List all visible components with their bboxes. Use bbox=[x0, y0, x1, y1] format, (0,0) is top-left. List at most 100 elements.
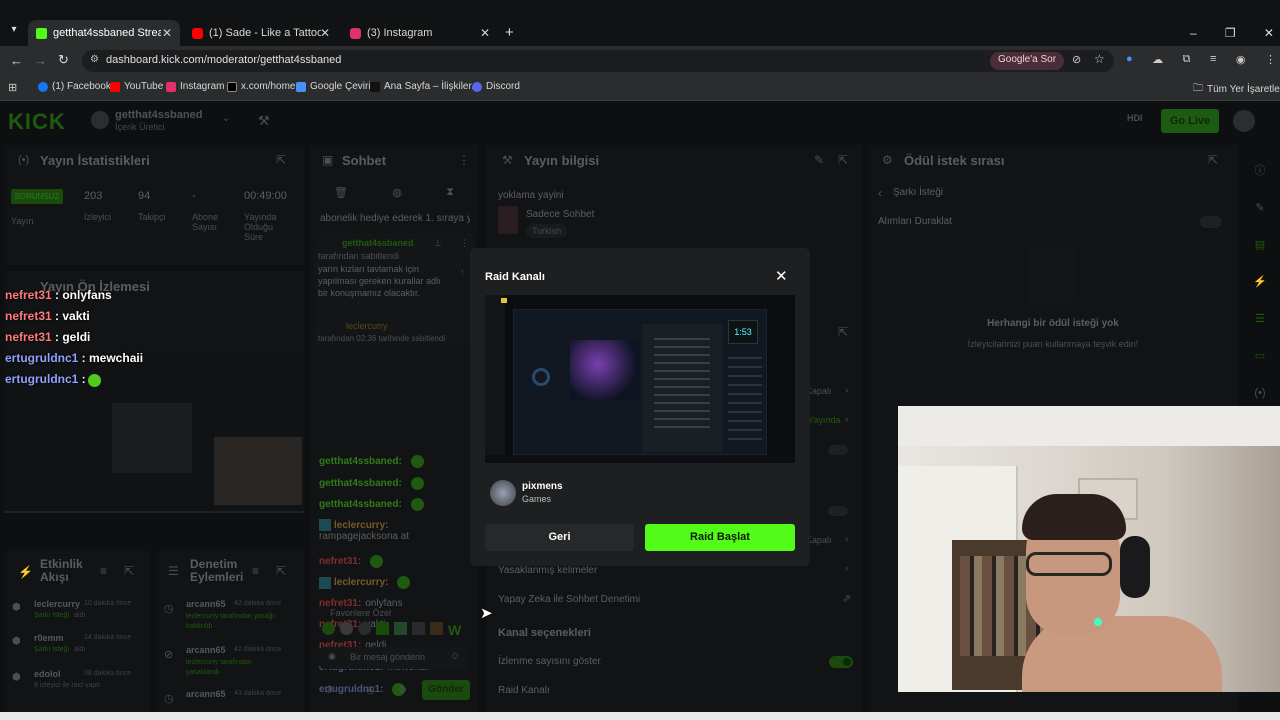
bookmark-homepage[interactable]: Ana Sayfa – İlişkiler... bbox=[370, 81, 480, 92]
hdr-icon[interactable]: HDI bbox=[1127, 113, 1143, 123]
chevron-right-icon[interactable]: › bbox=[845, 563, 848, 574]
reading-list-icon[interactable]: ≡ bbox=[1210, 53, 1216, 66]
circle-icon[interactable]: ◎ bbox=[366, 685, 375, 696]
tab-youtube[interactable]: (1) Sade - Like a Tattoo (Live Ve... ✕ bbox=[184, 20, 338, 46]
mod-user[interactable]: arcann65 bbox=[186, 689, 226, 699]
emote-icon[interactable] bbox=[394, 622, 407, 635]
activity-user[interactable]: r0emm bbox=[34, 633, 64, 643]
bookmark-youtube[interactable]: YouTube bbox=[110, 81, 163, 92]
tab-search-button[interactable]: ▾ bbox=[6, 24, 22, 42]
chat-message[interactable]: nefret31: bbox=[319, 555, 384, 568]
chat-message[interactable]: getthat4ssbaned: bbox=[319, 455, 424, 468]
chat-username[interactable]: nefret31: bbox=[319, 556, 361, 567]
back-icon[interactable]: ← bbox=[10, 53, 23, 68]
more-icon[interactable]: ⋮ bbox=[460, 238, 469, 249]
chat-input[interactable]: ◉ Bir mesaj gönderin ☺ bbox=[320, 647, 468, 669]
bookmark-instagram[interactable]: Instagram bbox=[166, 81, 224, 92]
banned-words-row[interactable]: Yasaklanmış kelimeler bbox=[498, 565, 597, 576]
popout-icon[interactable]: ⇱ bbox=[838, 325, 848, 339]
comment-icon[interactable]: ▭ bbox=[1248, 338, 1272, 375]
toggle-off[interactable] bbox=[828, 445, 848, 455]
tab-kick[interactable]: getthat4ssbaned Stream - Kick ✕ bbox=[28, 20, 180, 46]
popout-icon[interactable]: ⇱ bbox=[276, 564, 286, 578]
star-icon[interactable]: ☆ bbox=[1094, 52, 1105, 66]
eye-off-icon[interactable]: ⊘ bbox=[1072, 53, 1081, 66]
google-ask-button[interactable]: Google'a Sor bbox=[990, 52, 1065, 70]
chat-message[interactable]: leclercurry: rampagejacksona at bbox=[319, 519, 469, 542]
bookmark-discord[interactable]: Discord bbox=[472, 81, 520, 92]
info-icon[interactable]: ⓘ bbox=[1248, 153, 1272, 190]
arrow-up-icon[interactable]: ↑ bbox=[460, 267, 465, 277]
bookmark-facebook[interactable]: (1) Facebook bbox=[38, 81, 111, 92]
emoji-icon[interactable]: ☺ bbox=[450, 651, 460, 662]
settings-icon[interactable]: ⚙ bbox=[398, 685, 407, 696]
raid-channel-row[interactable]: Raid Kanalı bbox=[498, 685, 550, 696]
filter-icon[interactable]: ≡ bbox=[100, 564, 107, 578]
cloud-icon[interactable]: ☁ bbox=[1152, 53, 1163, 66]
emote-w-icon[interactable]: W bbox=[448, 622, 461, 640]
hourglass-icon[interactable]: ⧗ bbox=[446, 186, 454, 199]
bookmark-x[interactable]: x.com/home bbox=[227, 81, 295, 92]
chat-menu-icon[interactable]: ⋮ bbox=[458, 153, 470, 167]
tab-instagram[interactable]: (3) Instagram ✕ bbox=[342, 20, 498, 46]
emote-icon[interactable] bbox=[322, 622, 335, 635]
chat-username[interactable]: getthat4ssbaned: bbox=[319, 478, 402, 489]
popout-icon[interactable]: ⇱ bbox=[1208, 153, 1218, 167]
emote-icon[interactable] bbox=[358, 622, 371, 635]
raid-preview[interactable]: 1:53 bbox=[485, 295, 795, 463]
emote-icon[interactable] bbox=[376, 622, 389, 635]
chat-username[interactable]: getthat4ssbaned: bbox=[319, 456, 402, 467]
new-tab-button[interactable]: + bbox=[505, 24, 514, 41]
chat-message[interactable]: getthat4ssbaned: bbox=[319, 498, 424, 511]
close-tab-icon[interactable]: ✕ bbox=[320, 26, 330, 40]
minimize-icon[interactable]: – bbox=[1190, 26, 1197, 40]
extension-blue-icon[interactable]: ● bbox=[1126, 53, 1133, 66]
close-tab-icon[interactable]: ✕ bbox=[162, 26, 172, 40]
trash-icon[interactable]: 🗑 bbox=[334, 186, 348, 199]
bolt-icon[interactable]: ⚡ bbox=[1248, 264, 1272, 301]
emote-icon[interactable] bbox=[412, 622, 425, 635]
menu-kebab-icon[interactable]: ⋮ bbox=[1265, 53, 1276, 66]
profile-icon[interactable]: ◉ bbox=[1236, 53, 1246, 66]
chevron-right-icon[interactable]: › bbox=[845, 385, 848, 396]
bookmark-translate[interactable]: Google Çeviri bbox=[296, 81, 371, 92]
popout-icon[interactable]: ⇱ bbox=[124, 564, 134, 578]
popout-icon[interactable]: ⇱ bbox=[276, 153, 286, 167]
card-icon[interactable]: ▤ bbox=[1248, 227, 1272, 264]
emote-icon[interactable] bbox=[340, 622, 353, 635]
pin-icon[interactable]: ⊥ bbox=[434, 238, 442, 249]
toggle-off[interactable] bbox=[828, 506, 848, 516]
start-raid-button[interactable]: Raid Başlat bbox=[645, 524, 795, 551]
chat-username[interactable]: leclercurry: bbox=[334, 577, 388, 588]
ai-moderation-row[interactable]: Yapay Zeka ile Sohbet Denetimi bbox=[498, 594, 640, 605]
mod-user[interactable]: arcann65 bbox=[186, 599, 226, 609]
url-bar[interactable]: ⚙ dashboard.kick.com/moderator/getthat4s… bbox=[82, 50, 1114, 72]
back-arrow-icon[interactable]: ‹ bbox=[878, 186, 882, 200]
emote-icon[interactable] bbox=[430, 622, 443, 635]
chat-message[interactable]: leclercurry: bbox=[319, 576, 411, 589]
puzzle-icon[interactable]: ⧉ bbox=[1183, 53, 1191, 66]
edit-icon[interactable]: ✎ bbox=[814, 153, 824, 167]
bubble-icon[interactable]: ◍ bbox=[392, 186, 402, 199]
apps-grid-icon[interactable]: ⊞ bbox=[8, 81, 17, 94]
send-button[interactable]: Gönder bbox=[422, 680, 470, 700]
chevron-down-icon[interactable]: ⌄ bbox=[222, 113, 230, 124]
all-bookmarks[interactable]: 🗀 Tüm Yer İşaretleri bbox=[1193, 81, 1280, 98]
external-link-icon[interactable]: ⇗ bbox=[842, 592, 851, 605]
reload-icon[interactable]: ↻ bbox=[58, 52, 69, 68]
maximize-icon[interactable]: ❐ bbox=[1225, 26, 1236, 40]
mod-user[interactable]: arcann65 bbox=[186, 645, 226, 655]
go-live-button[interactable]: Go Live bbox=[1161, 109, 1219, 133]
pause-toggle[interactable] bbox=[1200, 216, 1222, 228]
site-info-icon[interactable]: ⚙ bbox=[90, 54, 99, 65]
pencil-icon[interactable]: ✎ bbox=[1248, 190, 1272, 227]
show-viewers-toggle[interactable] bbox=[829, 656, 853, 668]
tools-icon[interactable]: ⚙ bbox=[324, 685, 333, 696]
back-button[interactable]: Geri bbox=[485, 524, 634, 551]
user-avatar[interactable] bbox=[1233, 110, 1255, 132]
forward-icon[interactable]: → bbox=[34, 53, 47, 68]
popout-icon[interactable]: ⇱ bbox=[838, 153, 848, 167]
close-icon[interactable]: ✕ bbox=[775, 267, 788, 285]
close-tab-icon[interactable]: ✕ bbox=[480, 26, 490, 40]
close-window-icon[interactable]: ✕ bbox=[1264, 26, 1274, 40]
